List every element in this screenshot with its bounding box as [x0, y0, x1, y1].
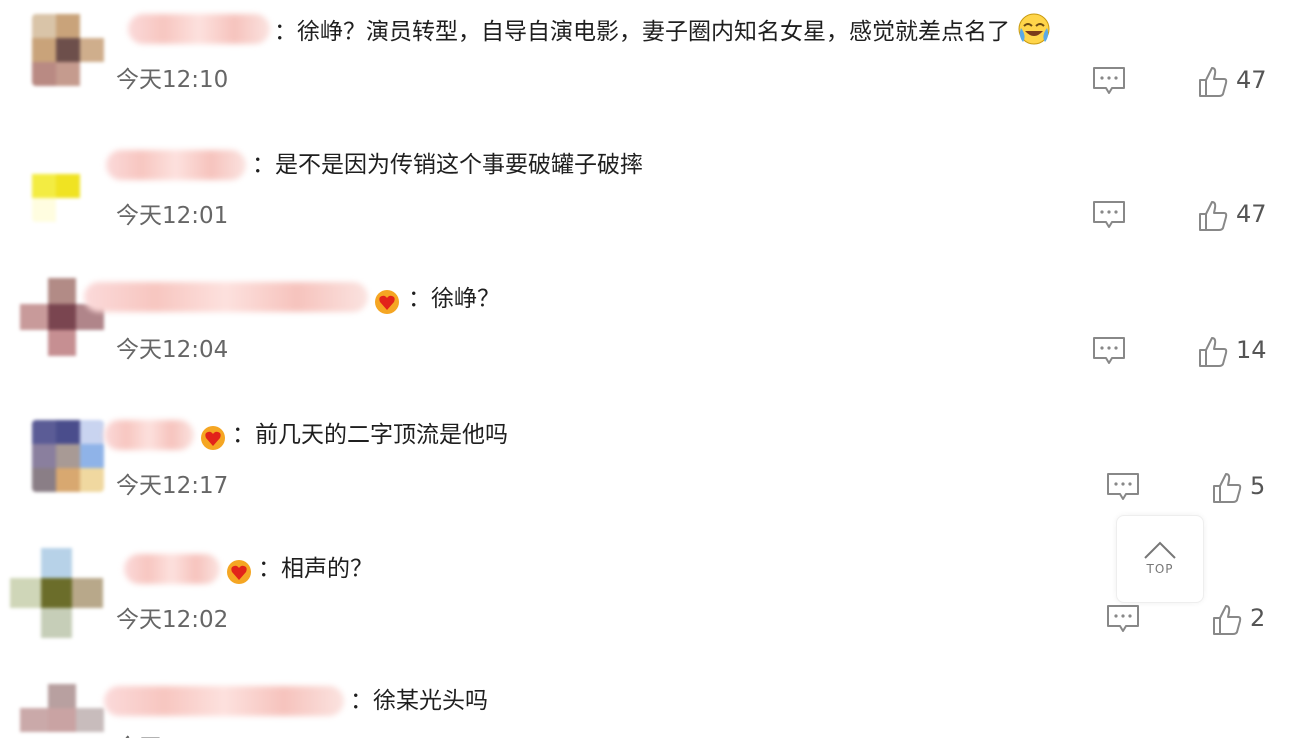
comment-text: ：徐峥？演员转型，自导自演电影，妻子圈内知名女星，感觉就差点名了 [274, 12, 1051, 49]
username-blurred[interactable] [84, 282, 368, 312]
like-icon[interactable] [1212, 604, 1242, 636]
comment-time: 今天12:17 [116, 473, 229, 499]
laugh-cry-icon [1018, 13, 1050, 45]
username-blurred[interactable] [124, 554, 220, 584]
like-icon[interactable] [1198, 200, 1228, 232]
comment-text: ：徐峥？ [408, 286, 500, 312]
comment-item: ：徐某光头吗 今天 [0, 676, 1312, 738]
back-to-top-button[interactable]: TOP [1116, 515, 1204, 603]
comment-item: ：前几天的二字顶流是他吗 今天12:17 5 [0, 406, 1312, 540]
like-icon[interactable] [1198, 66, 1228, 98]
comment-text: ：是不是因为传销这个事要破罐子破摔 [252, 152, 643, 178]
avatar[interactable] [10, 548, 104, 638]
comment-item: ：徐峥？ 今天12:04 14 [0, 270, 1312, 404]
like-count: 5 [1250, 472, 1266, 500]
back-to-top-label: TOP [1146, 562, 1174, 576]
like-count: 14 [1236, 336, 1267, 364]
comment-time: 今天12:04 [116, 337, 229, 363]
comment-item: ：是不是因为传销这个事要破罐子破摔 今天12:01 47 [0, 136, 1312, 270]
avatar[interactable] [20, 684, 104, 738]
username-blurred[interactable] [104, 420, 194, 450]
username-blurred[interactable] [104, 686, 344, 716]
like-icon[interactable] [1198, 336, 1228, 368]
comment-text: ：前几天的二字顶流是他吗 [232, 422, 508, 448]
reply-icon[interactable] [1106, 472, 1140, 502]
comment-text: ：徐某光头吗 [350, 688, 488, 714]
reply-icon[interactable] [1092, 66, 1126, 96]
avatar[interactable] [32, 14, 104, 86]
comment-time: 今天 [116, 728, 162, 738]
username-blurred[interactable] [106, 150, 246, 180]
like-icon[interactable] [1212, 472, 1242, 504]
comment-text: ：相声的？ [258, 556, 373, 582]
comment-time: 今天12:02 [116, 607, 229, 633]
comment-time: 今天12:01 [116, 203, 229, 229]
reply-icon[interactable] [1092, 336, 1126, 366]
avatar[interactable] [32, 420, 104, 492]
comment-item: ：徐峥？演员转型，自导自演电影，妻子圈内知名女星，感觉就差点名了 今天12:10… [0, 0, 1312, 134]
chevron-up-icon [1144, 541, 1176, 559]
reply-icon[interactable] [1106, 604, 1140, 634]
vip-heart-icon [201, 426, 225, 450]
like-count: 47 [1236, 66, 1267, 94]
avatar[interactable] [32, 150, 104, 222]
vip-heart-icon [375, 290, 399, 314]
vip-heart-icon [227, 560, 251, 584]
reply-icon[interactable] [1092, 200, 1126, 230]
comment-time: 今天12:10 [116, 67, 229, 93]
username-blurred[interactable] [128, 14, 270, 44]
like-count: 2 [1250, 604, 1266, 632]
like-count: 47 [1236, 200, 1267, 228]
